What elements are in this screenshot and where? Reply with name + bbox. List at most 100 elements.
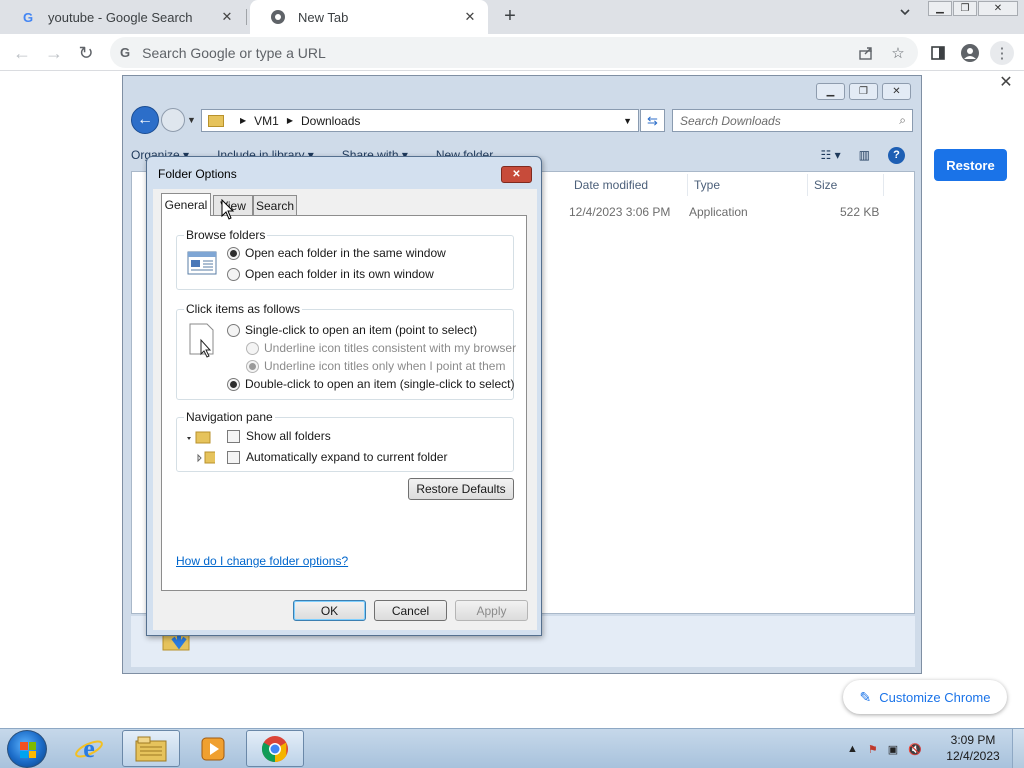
chevron-up-icon[interactable]: ▲ [847, 743, 858, 755]
radio-button[interactable] [227, 267, 240, 281]
close-icon[interactable]: ✕ [219, 9, 235, 25]
taskbar: e ▲ ⚑ ▣ 🔇 3:09 PM 12/4/2023 [0, 728, 1024, 768]
maximize-button[interactable]: ❐ [849, 83, 878, 100]
bookmark-star-icon[interactable]: ☆ [886, 41, 910, 65]
radio-single-click[interactable]: Single-click to open an item (point to s… [227, 323, 477, 337]
action-center-flag-icon[interactable]: ⚑ [868, 743, 878, 756]
breadcrumb-vm1[interactable]: VM1 [254, 114, 279, 128]
radio-button[interactable] [227, 377, 240, 391]
radio-button[interactable] [227, 323, 240, 337]
group-title: Click items as follows [184, 302, 303, 316]
file-explorer-icon[interactable] [122, 730, 180, 767]
folder-tree-icon [187, 431, 215, 464]
chrome-icon[interactable] [246, 730, 304, 767]
window-icon [187, 251, 217, 275]
close-window-button[interactable]: ✕ [882, 83, 911, 100]
column-type[interactable]: Type [688, 174, 808, 196]
pencil-icon: ✎ [859, 688, 872, 705]
minimize-button[interactable]: ▁ [816, 83, 845, 100]
checkbox-show-all-folders[interactable]: Show all folders [227, 429, 331, 443]
chevron-right-icon[interactable]: ▶ [287, 116, 293, 125]
tab-separator [246, 9, 247, 25]
column-date-modified[interactable]: Date modified [568, 174, 688, 196]
radio-button[interactable] [246, 359, 259, 373]
tab-general[interactable]: General [161, 193, 211, 216]
google-g-icon: G [22, 9, 34, 25]
chevron-down-icon[interactable] [894, 6, 916, 28]
windows-logo-icon [20, 742, 36, 758]
back-arrow-icon[interactable]: ← [10, 41, 34, 65]
radio-button[interactable] [227, 246, 240, 260]
checkbox-auto-expand[interactable]: Automatically expand to current folder [227, 450, 447, 464]
folder-icon [208, 114, 224, 127]
start-button[interactable] [7, 730, 47, 768]
new-tab-button[interactable]: + [498, 4, 522, 28]
column-size[interactable]: Size [808, 174, 884, 196]
address-bar[interactable]: ▶ VM1 ▶ Downloads ▼ [201, 109, 639, 132]
search-input[interactable]: Search Downloads ⌕ [672, 109, 913, 132]
share-icon[interactable] [854, 41, 878, 65]
close-window-button[interactable]: ✕ [978, 1, 1018, 16]
tab-title: New Tab [298, 9, 349, 25]
radio-underline-browser[interactable]: Underline icon titles consistent with my… [246, 341, 516, 355]
tab-title: youtube - Google Search [48, 9, 193, 25]
clock-time: 3:09 PM [950, 733, 996, 747]
more-menu-icon[interactable]: ⋮ [990, 41, 1014, 65]
volume-muted-icon[interactable]: 🔇 [908, 743, 922, 756]
breadcrumb-downloads[interactable]: Downloads [301, 114, 360, 128]
file-type[interactable]: Application [689, 205, 748, 219]
omnibox[interactable]: G Search Google or type a URL [110, 37, 918, 68]
dialog-title: Folder Options [158, 167, 237, 181]
chevron-down-icon[interactable]: ▼ [623, 116, 632, 126]
help-link[interactable]: How do I change folder options? [176, 554, 348, 568]
refresh-icon[interactable]: ⇆ [640, 109, 665, 132]
window-controls: ▁ ❐ ✕ [816, 83, 911, 100]
radio-underline-point[interactable]: Underline icon titles only when I point … [246, 359, 505, 373]
dialog-body: General View Search Browse folders Open … [153, 189, 537, 630]
media-player-icon[interactable] [184, 730, 242, 767]
maximize-button[interactable]: ❐ [953, 1, 977, 16]
radio-double-click[interactable]: Double-click to open an item (single-cli… [227, 377, 514, 391]
network-icon[interactable]: ▣ [888, 743, 898, 756]
cancel-button[interactable]: Cancel [374, 600, 447, 621]
chevron-right-icon[interactable]: ▶ [240, 116, 246, 125]
radio-same-window[interactable]: Open each folder in the same window [227, 246, 446, 260]
preview-pane-icon[interactable]: ▥ [859, 148, 870, 162]
tab-new-tab[interactable]: New Tab ✕ [250, 0, 488, 34]
close-icon[interactable]: ✕ [501, 166, 532, 183]
folder-options-dialog: Folder Options ✕ General View Search Bro… [146, 156, 542, 636]
checkbox[interactable] [227, 429, 240, 443]
view-options-icon[interactable]: ☷ ▾ [821, 148, 841, 162]
forward-arrow-icon[interactable] [161, 108, 185, 132]
radio-own-window[interactable]: Open each folder in its own window [227, 267, 434, 281]
tab-search[interactable]: Search [253, 195, 297, 216]
system-clock[interactable]: 3:09 PM 12/4/2023 [940, 732, 1006, 764]
file-size[interactable]: 522 KB [840, 205, 879, 219]
back-arrow-icon[interactable]: ← [131, 106, 159, 134]
minimize-button[interactable]: ▁ [928, 1, 952, 16]
internet-explorer-icon[interactable]: e [60, 730, 118, 767]
browser-toolbar: ← → ↻ G Search Google or type a URL ☆ ⋮ [0, 34, 1024, 71]
help-icon[interactable]: ? [888, 146, 905, 164]
close-icon[interactable]: ✕ [996, 72, 1016, 92]
close-icon[interactable]: ✕ [462, 9, 478, 25]
radio-button[interactable] [246, 341, 259, 355]
file-date[interactable]: 12/4/2023 3:06 PM [569, 205, 670, 219]
apply-button[interactable]: Apply [455, 600, 528, 621]
reload-icon[interactable]: ↻ [74, 41, 98, 65]
restore-button[interactable]: Restore [934, 149, 1007, 181]
click-items-group: Click items as follows Single-click to o… [176, 302, 516, 400]
mouse-cursor-icon [221, 199, 235, 220]
show-desktop-button[interactable] [1012, 729, 1024, 768]
ok-button[interactable]: OK [293, 600, 366, 621]
clock-date: 12/4/2023 [946, 749, 1000, 763]
tab-youtube-search[interactable]: G youtube - Google Search ✕ [0, 0, 245, 34]
tab-strip: G youtube - Google Search ✕ New Tab ✕ + … [0, 0, 1024, 34]
side-panel-icon[interactable] [926, 41, 950, 65]
restore-defaults-button[interactable]: Restore Defaults [408, 478, 514, 500]
customize-chrome-button[interactable]: ✎ Customize Chrome [843, 680, 1007, 714]
chevron-down-icon[interactable]: ▼ [187, 115, 196, 125]
profile-avatar-icon[interactable] [958, 41, 982, 65]
forward-arrow-icon[interactable]: → [42, 41, 66, 65]
checkbox[interactable] [227, 450, 240, 464]
